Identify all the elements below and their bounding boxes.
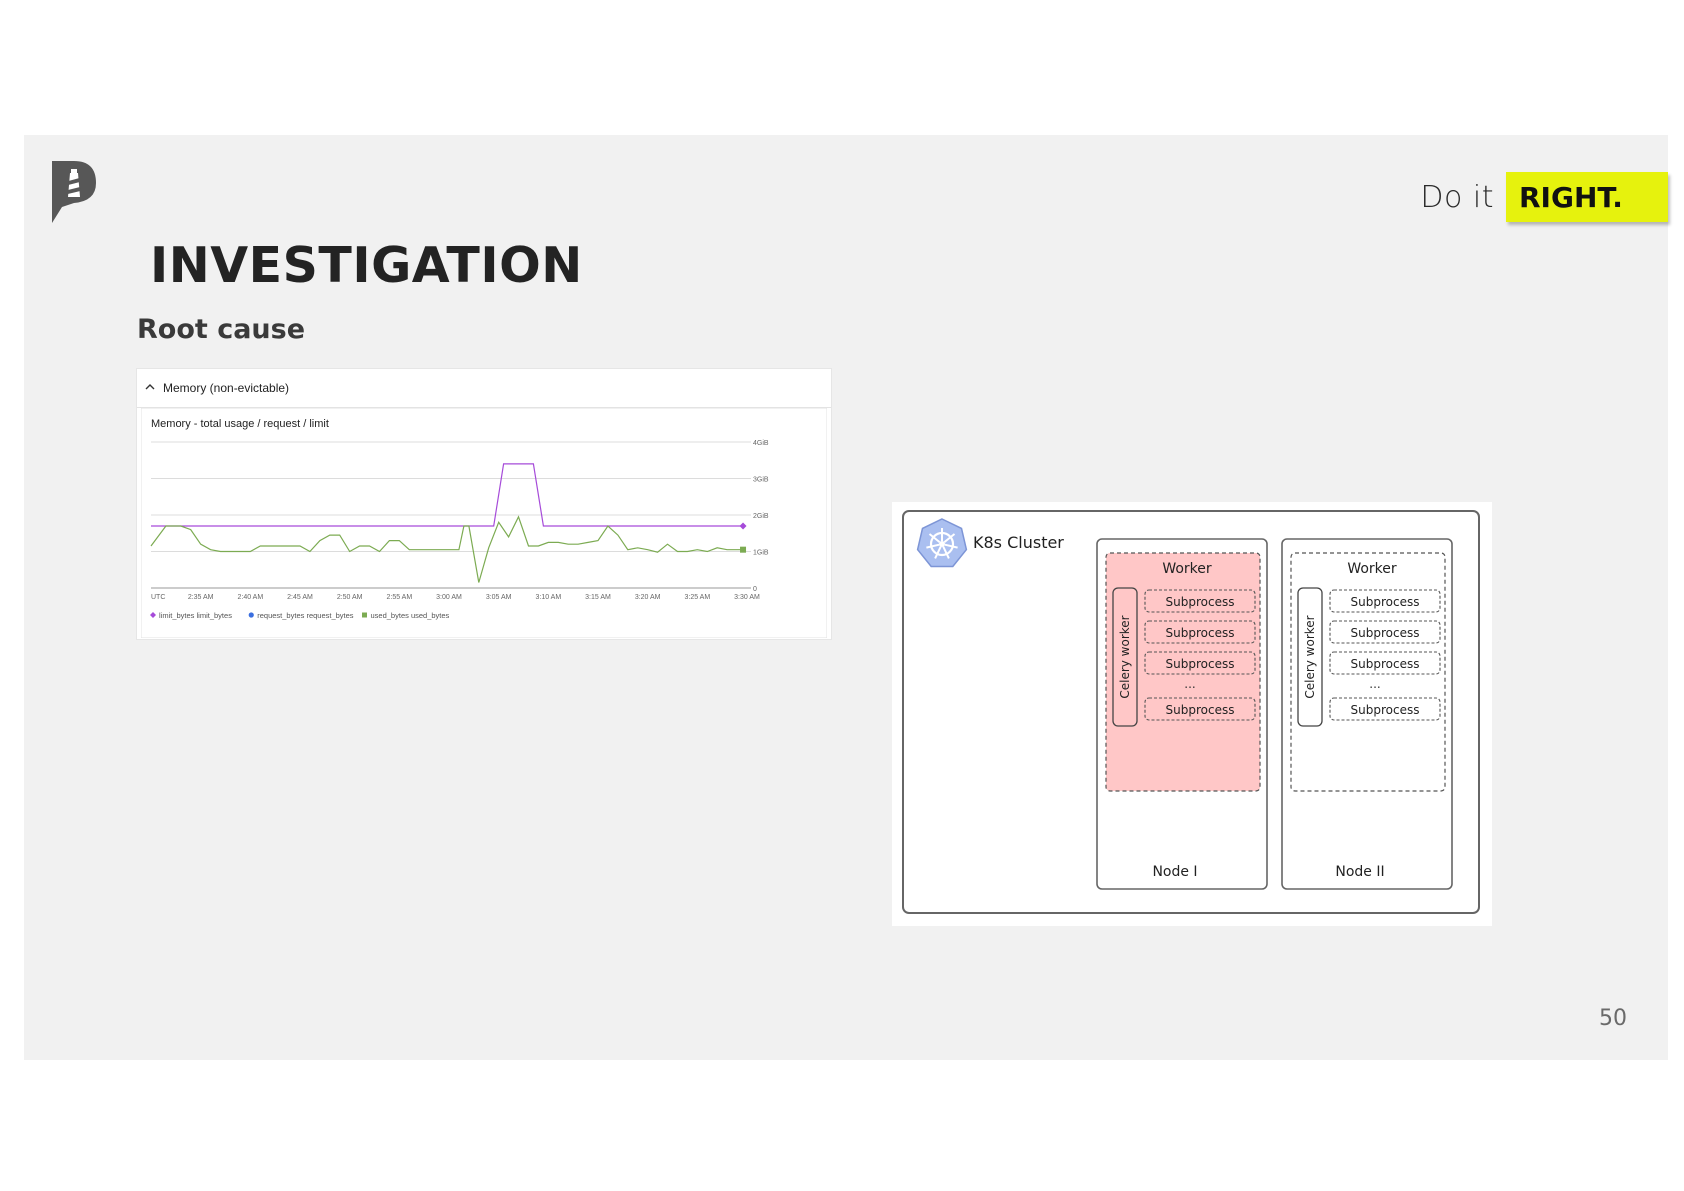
x-tick-label: 2:50 AM <box>337 594 363 601</box>
legend-marker <box>362 612 367 618</box>
x-tick-label: 3:20 AM <box>635 594 661 601</box>
chart-legend: limit_bytes limit_bytes request_bytes req… <box>150 611 450 620</box>
cluster-label: K8s Cluster <box>973 533 1064 552</box>
memory-chart-panel: Memory (non-evictable) Memory - total us… <box>136 368 832 640</box>
x-tick-label: 2:35 AM <box>188 594 214 601</box>
y-tick-label: 1GiB <box>753 550 769 557</box>
slide-title: INVESTIGATION <box>150 237 583 294</box>
slide-subtitle: Root cause <box>137 314 306 345</box>
x-tick-label: 2:45 AM <box>287 594 313 601</box>
panel-header[interactable]: Memory (non-evictable) <box>137 369 831 408</box>
legend-marker <box>248 612 254 618</box>
celery-worker-label: Celery worker <box>1303 615 1317 698</box>
legend-label: limit_bytes limit_bytes <box>159 611 232 620</box>
company-logo <box>52 161 96 223</box>
tagline-highlight: RIGHT. <box>1506 172 1668 222</box>
legend-label: used_bytes used_bytes <box>371 611 450 620</box>
x-tick-label: 3:10 AM <box>535 594 561 601</box>
tagline: Do it RIGHT. <box>1420 172 1668 222</box>
k8s-cluster-diagram: K8s Cluster Worker Celery worker Subproces… <box>892 502 1492 926</box>
y-tick-label: 2GiB <box>753 513 769 520</box>
subprocess-label: Subprocess <box>1166 626 1235 640</box>
x-tick-label: 3:00 AM <box>436 594 462 601</box>
worker-label: Worker <box>1347 561 1397 577</box>
legend-label: request_bytes request_bytes <box>257 611 354 620</box>
slide: Do it RIGHT. INVESTIGATION Root cause Me… <box>24 135 1668 1060</box>
node-label: Node II <box>1335 864 1384 880</box>
k8s-node: Worker Celery worker Subprocess Subprocess S… <box>1096 538 1268 890</box>
y-tick-label: 4GiB <box>753 440 769 447</box>
x-tick-label: 2:55 AM <box>386 594 412 601</box>
x-tick-label: 3:25 AM <box>684 594 710 601</box>
x-tick-label: 3:15 AM <box>585 594 611 601</box>
ellipsis: ... <box>1369 677 1380 691</box>
memory-line-chart: Memory - total usage / request / limit 0… <box>141 408 827 638</box>
page-number: 50 <box>1599 1006 1627 1031</box>
subprocess-label: Subprocess <box>1351 703 1420 717</box>
ellipsis: ... <box>1184 677 1195 691</box>
panel-section-label: Memory (non-evictable) <box>163 381 290 395</box>
y-tick-label: 3GiB <box>753 477 769 484</box>
node-label: Node I <box>1152 864 1197 880</box>
chevron-up-icon[interactable] <box>145 382 159 394</box>
subprocess-label: Subprocess <box>1351 595 1420 609</box>
tagline-prefix: Do it <box>1420 179 1494 215</box>
subprocess-label: Subprocess <box>1166 657 1235 671</box>
series-end-marker <box>740 546 747 553</box>
k8s-node: Worker Celery worker Subprocess Subprocess S… <box>1281 538 1453 890</box>
x-unit-label: UTC <box>151 594 165 601</box>
subprocess-label: Subprocess <box>1351 657 1420 671</box>
subprocess-label: Subprocess <box>1351 626 1420 640</box>
y-tick-label: 0 <box>753 586 757 593</box>
x-tick-label: 2:40 AM <box>237 594 263 601</box>
subprocess-label: Subprocess <box>1166 595 1235 609</box>
subprocess-label: Subprocess <box>1166 703 1235 717</box>
x-tick-label: 3:05 AM <box>486 594 512 601</box>
celery-worker-label: Celery worker <box>1118 615 1132 698</box>
x-tick-label: 3:30 AM <box>734 594 760 601</box>
chart-title: Memory - total usage / request / limit <box>151 418 329 430</box>
worker-label: Worker <box>1162 561 1212 577</box>
